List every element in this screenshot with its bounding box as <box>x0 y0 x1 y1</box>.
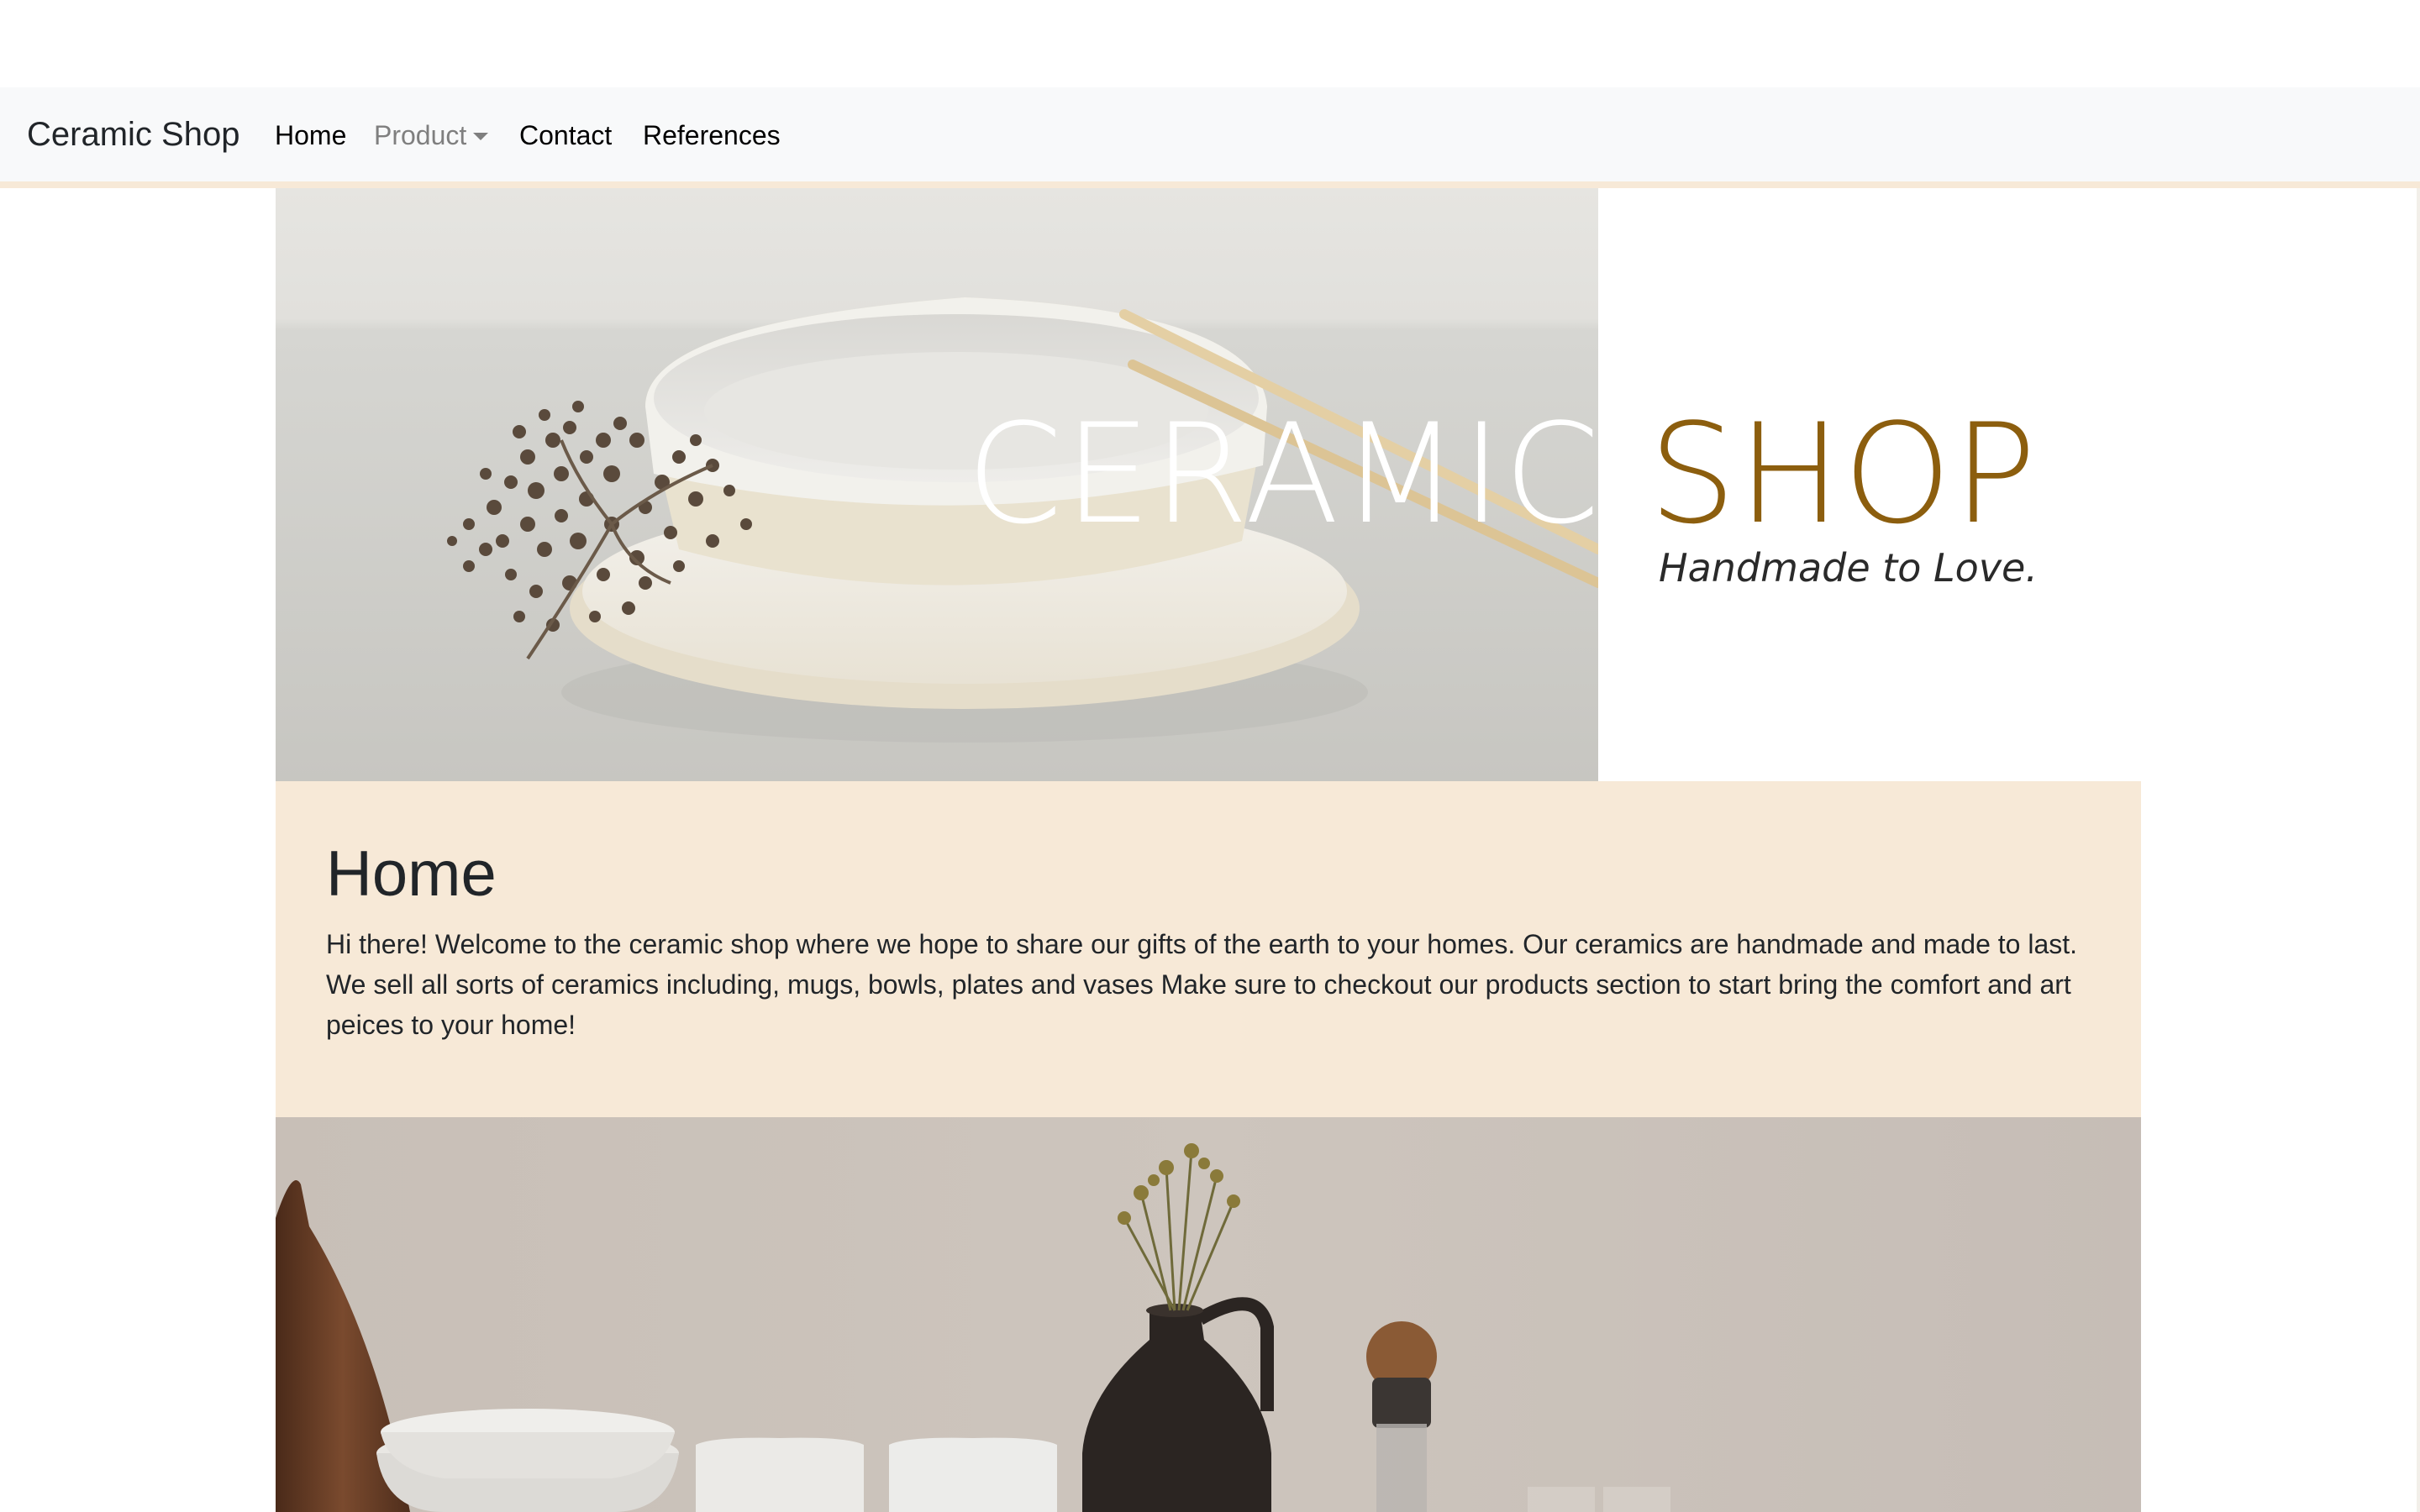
shelf-image <box>276 1117 2141 1512</box>
brand-link[interactable]: Ceramic Shop <box>27 113 239 156</box>
nav-product-dropdown[interactable]: Product <box>374 118 489 153</box>
page-edge-border <box>2417 188 2420 1512</box>
home-intro-text: Hi there! Welcome to the ceramic shop wh… <box>326 929 2078 1040</box>
shelf-photo-illustration <box>276 1117 2141 1512</box>
navbar <box>0 87 2420 181</box>
hero-title-word-ceramic: CERAMIC <box>966 394 1602 554</box>
hero-title: CERAMIC SHOP <box>966 395 2038 554</box>
nav-home[interactable]: Home <box>275 118 346 153</box>
nav-references[interactable]: References <box>643 118 781 153</box>
hero-title-word-shop: SHOP <box>1649 394 2039 554</box>
caret-down-icon <box>473 133 489 140</box>
home-section: Home Hi there! Welcome to the ceramic sh… <box>276 781 2141 1117</box>
home-heading: Home <box>326 838 497 910</box>
hero-subtitle: Handmade to Love. <box>1659 545 2038 591</box>
nav-contact[interactable]: Contact <box>519 118 612 153</box>
nav-product-label: Product <box>374 120 467 150</box>
navbar-divider <box>0 181 2420 188</box>
